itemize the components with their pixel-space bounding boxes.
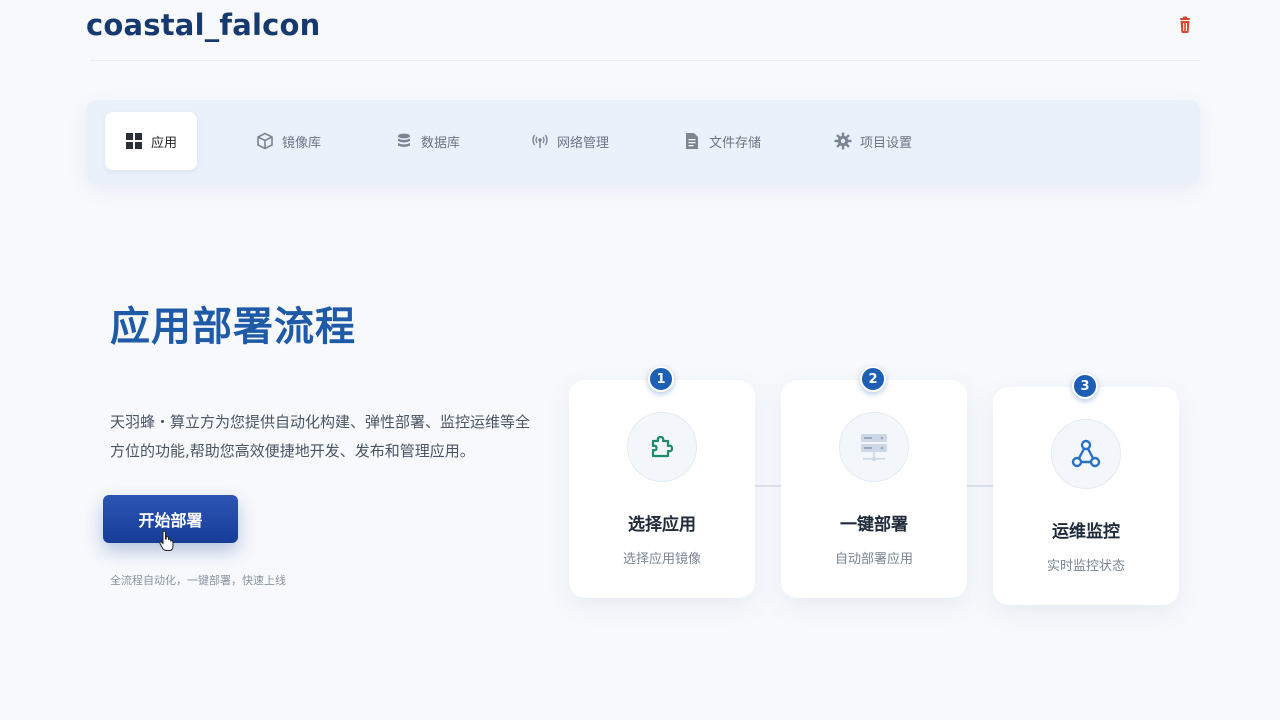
step-title: 选择应用 (628, 515, 696, 535)
tab-project-settings[interactable]: 项目设置 (814, 112, 932, 170)
tab-label: 镜像库 (282, 135, 322, 151)
top-nav: 应用 镜像库 数据库 网络管理 文件存储 项目设置 (86, 100, 1200, 184)
step-icon-wrap (627, 412, 697, 482)
step-card-deploy[interactable]: 一键部署 自动部署应用 (781, 380, 967, 598)
tab-image-registry[interactable]: 镜像库 (236, 112, 341, 170)
pointer-cursor-icon (159, 530, 174, 551)
cube-icon (257, 132, 273, 150)
step-number-badge: 1 (648, 366, 674, 392)
tab-label: 网络管理 (557, 135, 610, 151)
step-number-badge: 2 (860, 366, 886, 392)
step-card-monitor[interactable]: 运维监控 实时监控状态 (993, 387, 1179, 605)
step-subtitle: 实时监控状态 (1046, 559, 1125, 574)
page: coastal_falcon 应用 镜像库 数据库 网络管理 文件存储 项目设置… (0, 0, 1280, 720)
grid-icon (126, 133, 142, 149)
step-connector (966, 485, 993, 487)
page-title: 应用部署流程 (110, 304, 356, 350)
file-icon (686, 133, 698, 149)
tab-label: 应用 (151, 135, 178, 151)
header-divider (90, 60, 1200, 61)
brand-title: coastal_falcon (86, 8, 321, 42)
tab-network[interactable]: 网络管理 (511, 112, 629, 170)
step-icon-wrap (839, 412, 909, 482)
network-icon (1071, 439, 1101, 468)
tab-label: 数据库 (421, 135, 461, 151)
server-icon (861, 434, 887, 462)
step-number-badge: 3 (1072, 373, 1098, 399)
step-subtitle: 选择应用镜像 (622, 552, 701, 567)
hero-note: 全流程自动化，一键部署，快速上线 (110, 574, 286, 587)
step-title: 一键部署 (840, 515, 908, 535)
step-subtitle: 自动部署应用 (834, 552, 913, 567)
tab-file-storage[interactable]: 文件存储 (663, 112, 781, 170)
gear-icon (834, 132, 852, 150)
hero-description: 天羽蜂・算立方为您提供自动化构建、弹性部署、监控运维等全方位的功能,帮助您高效便… (110, 413, 531, 460)
broadcast-icon (532, 134, 548, 148)
trash-icon[interactable] (1175, 15, 1195, 35)
tab-apps[interactable]: 应用 (105, 112, 198, 170)
tab-label: 项目设置 (860, 135, 913, 151)
step-connector (755, 485, 781, 487)
step-card-select-app[interactable]: 选择应用 选择应用镜像 (569, 380, 755, 598)
step-title: 运维监控 (1052, 522, 1120, 542)
step-icon-wrap (1051, 419, 1121, 489)
puzzle-icon (651, 435, 674, 458)
tab-database[interactable]: 数据库 (375, 112, 480, 170)
tab-label: 文件存储 (709, 135, 762, 151)
database-icon (398, 133, 410, 147)
